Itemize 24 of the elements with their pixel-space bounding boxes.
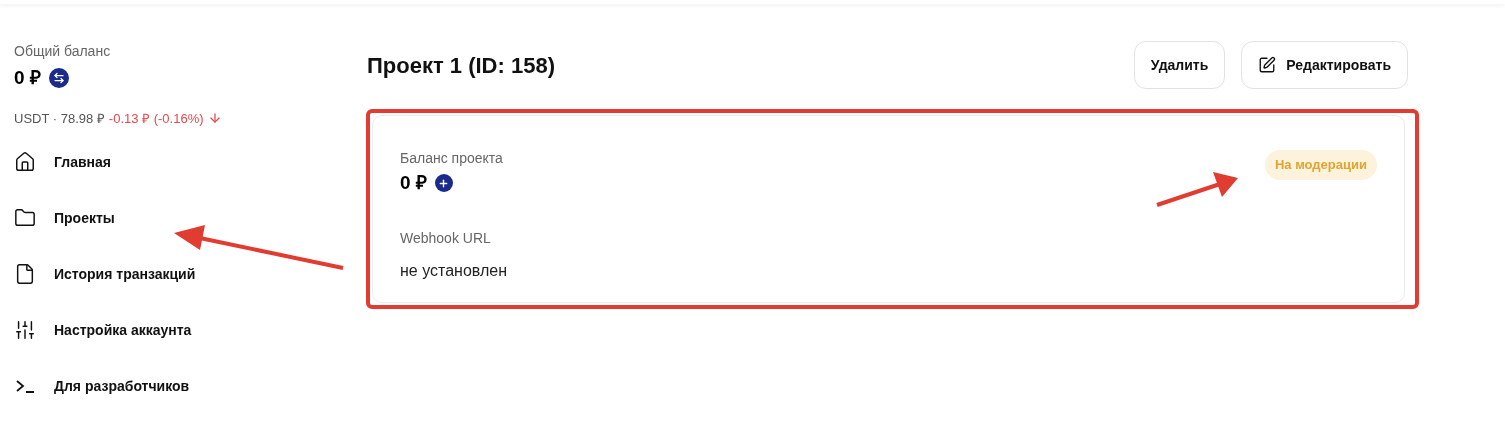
balance-label: Общий баланс [14, 42, 112, 61]
folder-icon [14, 207, 36, 229]
nav-item[interactable]: Настройка аккаунта [14, 318, 352, 342]
webhook-label: Webhook URL [400, 228, 492, 248]
add-icon[interactable] [434, 174, 453, 193]
edit-icon [1258, 56, 1277, 74]
sliders-icon [14, 319, 36, 341]
nav-item[interactable]: Главная [14, 150, 352, 174]
project-balance-label: Баланс проекта [400, 149, 504, 168]
home-icon [14, 151, 36, 173]
project-title: Проект 1 (ID: 158) [367, 51, 555, 80]
rate-text: USDT · 78.98 ₽ [14, 109, 105, 128]
nav-item[interactable]: Проекты [14, 206, 352, 230]
balance-amount: 0 ₽ [14, 66, 41, 90]
rate-change: -0.13 ₽ (-0.16%) [108, 109, 204, 128]
nav-item[interactable]: История транзакций [14, 262, 352, 286]
webhook-value: не установлен [400, 260, 507, 281]
exchange-icon[interactable] [48, 68, 69, 89]
delete-button[interactable]: Удалить [1133, 41, 1226, 89]
edit-button[interactable]: Редактировать [1241, 41, 1408, 89]
status-badge: На модерации [1264, 150, 1377, 180]
nav-item[interactable]: Для разработчиков [14, 374, 352, 398]
document-icon [14, 263, 36, 285]
project-balance-amount: 0 ₽ [400, 171, 427, 195]
